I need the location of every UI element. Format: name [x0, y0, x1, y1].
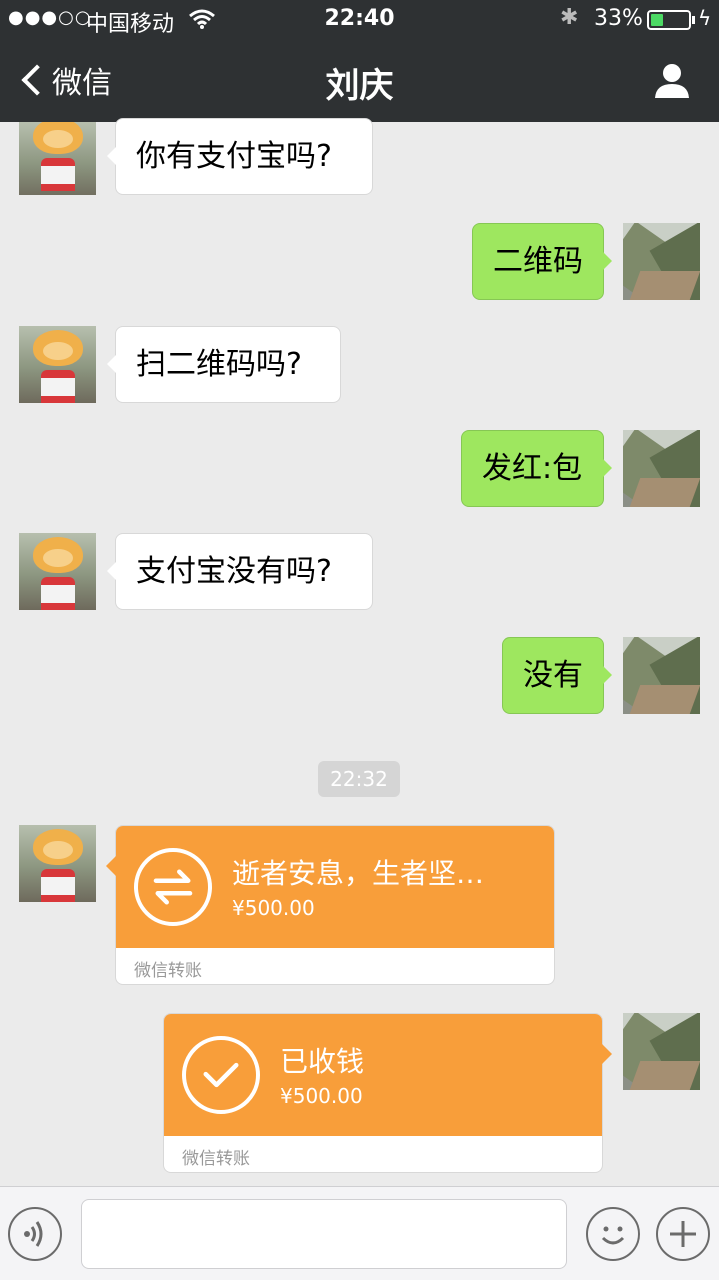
more-button[interactable]	[656, 1207, 710, 1261]
battery-tip	[692, 16, 695, 24]
transfer-card-body: 逝者安息，生者坚… ¥500.00	[106, 826, 554, 948]
battery-percent: 33%	[594, 6, 643, 31]
contact-avatar[interactable]	[19, 326, 96, 403]
top-bar: ●●●○○ 中国移动 22:40 ✱ 33% ϟ 微信 刘庆	[0, 0, 719, 122]
emoji-icon	[601, 1226, 625, 1245]
bluetooth-icon: ✱	[560, 5, 579, 30]
message-bubble-incoming[interactable]: 扫二维码吗?	[107, 326, 341, 403]
transfer-label: 微信转账	[182, 1149, 250, 1169]
message-text: 支付宝没有吗?	[136, 554, 332, 589]
my-avatar[interactable]	[623, 430, 700, 507]
message-bubble-outgoing[interactable]: 发红:包	[461, 430, 612, 507]
message-bubble-outgoing[interactable]: 没有	[502, 637, 612, 714]
message-text: 没有	[523, 658, 583, 693]
input-bar	[0, 1186, 719, 1280]
status-bar: ●●●○○ 中国移动 22:40 ✱ 33% ϟ	[0, 0, 719, 40]
transfer-amount: ¥500.00	[280, 1084, 363, 1108]
transfer-card-outgoing[interactable]: 已收钱 ¥500.00 微信转账	[163, 1013, 612, 1173]
message-bubble-incoming[interactable]: 你有支付宝吗?	[107, 118, 373, 195]
transfer-card-incoming[interactable]: 逝者安息，生者坚… ¥500.00 微信转账	[106, 825, 555, 985]
transfer-title: 逝者安息，生者坚…	[232, 857, 485, 890]
transfer-arrows-icon	[134, 848, 212, 926]
battery-level	[651, 14, 663, 26]
plus-icon	[670, 1221, 696, 1247]
message-text: 二维码	[493, 244, 583, 279]
message-bubble-incoming[interactable]: 支付宝没有吗?	[107, 533, 373, 610]
message-timestamp: 22:32	[318, 761, 400, 797]
checkmark-icon	[182, 1036, 260, 1114]
contact-avatar[interactable]	[19, 825, 96, 902]
message-input[interactable]	[81, 1199, 567, 1269]
voice-button[interactable]	[8, 1207, 62, 1261]
transfer-card-body: 已收钱 ¥500.00	[164, 1014, 612, 1136]
message-bubble-outgoing[interactable]: 二维码	[472, 223, 612, 300]
transfer-amount: ¥500.00	[232, 896, 315, 920]
message-text: 你有支付宝吗?	[136, 139, 332, 174]
charging-bolt-icon: ϟ	[698, 6, 712, 30]
voice-icon	[24, 1221, 43, 1247]
contact-avatar[interactable]	[19, 533, 96, 610]
transfer-label: 微信转账	[134, 961, 202, 981]
chat-title: 刘庆	[325, 66, 394, 106]
transfer-title: 已收钱	[280, 1045, 365, 1078]
person-icon[interactable]	[652, 60, 692, 100]
my-avatar[interactable]	[623, 637, 700, 714]
battery-icon	[647, 10, 691, 30]
contact-avatar[interactable]	[19, 122, 96, 195]
message-text: 发红:包	[482, 451, 583, 486]
message-text: 扫二维码吗?	[136, 347, 302, 382]
emoji-button[interactable]	[586, 1207, 640, 1261]
my-avatar[interactable]	[623, 223, 700, 300]
my-avatar[interactable]	[623, 1013, 700, 1090]
